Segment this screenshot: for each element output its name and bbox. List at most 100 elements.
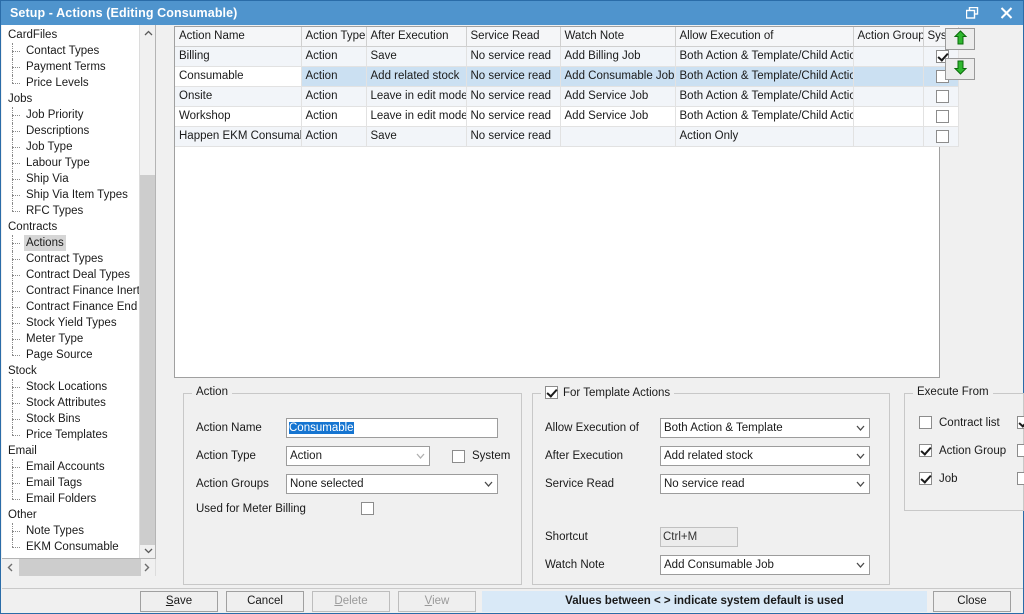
view-button[interactable]: View	[398, 590, 476, 612]
table-row[interactable]: Billing Action Save No service read Add Bill…	[175, 46, 959, 67]
cancel-button[interactable]: Cancel	[226, 590, 304, 612]
sidebar-item-descriptions[interactable]: Descriptions	[2, 123, 155, 139]
checkbox-unchecked-icon[interactable]	[936, 129, 949, 143]
sidebar-item-label: RFC Types	[26, 205, 84, 217]
sidebar-item-email-folders[interactable]: Email Folders	[2, 491, 155, 507]
sidebar-item-other[interactable]: Other	[2, 507, 155, 523]
execute-from-secondary-checkbox-contract-list[interactable]	[1017, 416, 1024, 429]
sidebar-item-email-accounts[interactable]: Email Accounts	[2, 459, 155, 475]
sidebar-item-contract-finance-end-of-te[interactable]: Contract Finance End of Te	[2, 299, 155, 315]
execute-from-secondary-checkbox-job[interactable]	[1017, 472, 1024, 485]
meter-billing-checkbox[interactable]	[361, 502, 374, 515]
for-template-actions-checkbox[interactable]	[545, 386, 558, 399]
action-groups-row: Action Groups None selected	[196, 474, 498, 494]
sidebar-item-contract-deal-types[interactable]: Contract Deal Types	[2, 267, 155, 283]
execute-from-checkbox-job[interactable]	[919, 472, 932, 485]
cell-system-checkbox[interactable]	[923, 126, 959, 147]
service-read-label: Service Read	[545, 478, 615, 490]
chevron-up-icon[interactable]	[140, 25, 155, 42]
column-header-action-type[interactable]: Action Type	[301, 27, 367, 47]
action-name-input[interactable]: Consumable	[286, 418, 498, 438]
cell-system-checkbox[interactable]	[923, 106, 959, 127]
system-checkbox[interactable]	[452, 449, 465, 463]
sidebar-item-payment-terms[interactable]: Payment Terms	[2, 59, 155, 75]
sidebar-item-job-type[interactable]: Job Type	[2, 139, 155, 155]
sidebar-item-stock[interactable]: Stock	[2, 363, 155, 379]
sidebar-item-email[interactable]: Email	[2, 443, 155, 459]
sidebar-item-contracts[interactable]: Contracts	[2, 219, 155, 235]
sidebar-item-labour-type[interactable]: Labour Type	[2, 155, 155, 171]
checkbox-unchecked-icon[interactable]	[936, 109, 949, 123]
sidebar-item-stock-attributes[interactable]: Stock Attributes	[2, 395, 155, 411]
column-header-service-read[interactable]: Service Read	[466, 27, 561, 47]
close-button[interactable]: Close	[933, 590, 1011, 612]
sidebar-scroll-thumb[interactable]	[140, 175, 155, 545]
chevron-down-icon[interactable]	[140, 542, 155, 558]
sidebar-hscroll-track[interactable]	[19, 559, 141, 576]
action-groups-select[interactable]: None selected	[286, 474, 498, 494]
move-down-button[interactable]	[945, 58, 975, 80]
sidebar-item-email-tags[interactable]: Email Tags	[2, 475, 155, 491]
sidebar-item-price-templates[interactable]: Price Templates	[2, 427, 155, 443]
close-icon[interactable]	[989, 1, 1023, 25]
sidebar-item-price-levels[interactable]: Price Levels	[2, 75, 155, 91]
sidebar-item-ship-via[interactable]: Ship Via	[2, 171, 155, 187]
table-row[interactable]: Onsite Action Leave in edit mode No service…	[175, 86, 959, 107]
service-read-select[interactable]: No service read	[660, 474, 870, 494]
action-type-select[interactable]: Action	[286, 446, 430, 466]
table-row[interactable]: Workshop Action Leave in edit mode No servi…	[175, 106, 959, 127]
navigation-tree[interactable]: CardFiles Contact Types Payment Terms Price…	[2, 25, 156, 559]
move-up-button[interactable]	[945, 28, 975, 50]
shortcut-field[interactable]: Ctrl+M	[660, 527, 738, 547]
execute-from-checkbox-action-group[interactable]	[919, 444, 932, 457]
template-panel-legend[interactable]: For Template Actions	[541, 386, 675, 399]
service-read-row: Service Read No service read	[545, 474, 870, 494]
sidebar-item-rfc-types[interactable]: RFC Types	[2, 203, 155, 219]
cell-allow-execution-of: Action Only	[675, 126, 854, 147]
execute-from-secondary-checkbox-action-group[interactable]	[1017, 444, 1024, 457]
sidebar-item-stock-bins[interactable]: Stock Bins	[2, 411, 155, 427]
sidebar-item-contract-finance-inertia[interactable]: Contract Finance Inertia	[2, 283, 155, 299]
column-header-allow-execution-of[interactable]: Allow Execution of	[675, 27, 854, 47]
column-header-watch-note[interactable]: Watch Note	[560, 27, 676, 47]
shortcut-value: Ctrl+M	[663, 531, 698, 543]
table-row[interactable]: Consumable Action Add related stock No serv…	[175, 66, 959, 87]
system-checkbox-wrap[interactable]: System	[452, 449, 510, 463]
sidebar-item-cardfiles[interactable]: CardFiles	[2, 27, 155, 43]
sidebar-hscroll-thumb[interactable]	[19, 559, 141, 576]
arrow-up-icon	[953, 30, 968, 48]
allow-execution-select[interactable]: Both Action & Template	[660, 418, 870, 438]
column-header-action-groups[interactable]: Action Groups	[853, 27, 924, 47]
sidebar-vertical-scrollbar[interactable]	[139, 25, 155, 558]
sidebar-item-contract-types[interactable]: Contract Types	[2, 251, 155, 267]
sidebar-item-ship-via-item-types[interactable]: Ship Via Item Types	[2, 187, 155, 203]
save-button[interactable]: Save	[140, 590, 218, 612]
sidebar-item-ekm-consumable[interactable]: EKM Consumable	[2, 539, 155, 555]
sidebar-item-stock-locations[interactable]: Stock Locations	[2, 379, 155, 395]
column-header-after-execution[interactable]: After Execution	[366, 27, 467, 47]
view-label: View	[424, 595, 450, 607]
sidebar-item-page-source[interactable]: Page Source	[2, 347, 155, 363]
watch-note-select[interactable]: Add Consumable Job	[660, 555, 870, 575]
sidebar-item-note-types[interactable]: Note Types	[2, 523, 155, 539]
execute-from-checkbox-contract-list[interactable]	[919, 416, 932, 429]
sidebar-item-stock-yield-types[interactable]: Stock Yield Types	[2, 315, 155, 331]
after-execution-select[interactable]: Add related stock	[660, 446, 870, 466]
table-row[interactable]: Happen EKM ConsumableActionSaveNo servic…	[175, 126, 959, 147]
column-header-action-name[interactable]: Action Name	[175, 27, 302, 47]
sidebar-item-actions[interactable]: Actions	[2, 235, 155, 251]
actions-grid[interactable]: Action Name Action Type After Execution Ser…	[174, 26, 959, 378]
sidebar-item-label: Actions	[24, 235, 66, 251]
sidebar-item-contact-types[interactable]: Contact Types	[2, 43, 155, 59]
sidebar-item-job-priority[interactable]: Job Priority	[2, 107, 155, 123]
after-execution-value: Add related stock	[664, 450, 753, 462]
restore-window-icon[interactable]	[955, 1, 989, 25]
checkbox-unchecked-icon[interactable]	[936, 89, 949, 103]
sidebar-item-jobs[interactable]: Jobs	[2, 91, 155, 107]
delete-button[interactable]: Delete	[312, 590, 390, 612]
chevron-left-icon[interactable]	[2, 559, 19, 576]
sidebar-item-meter-type[interactable]: Meter Type	[2, 331, 155, 347]
sidebar-horizontal-scrollbar[interactable]	[2, 559, 156, 576]
cell-type: Action	[301, 66, 367, 87]
cell-system-checkbox[interactable]	[923, 86, 959, 107]
